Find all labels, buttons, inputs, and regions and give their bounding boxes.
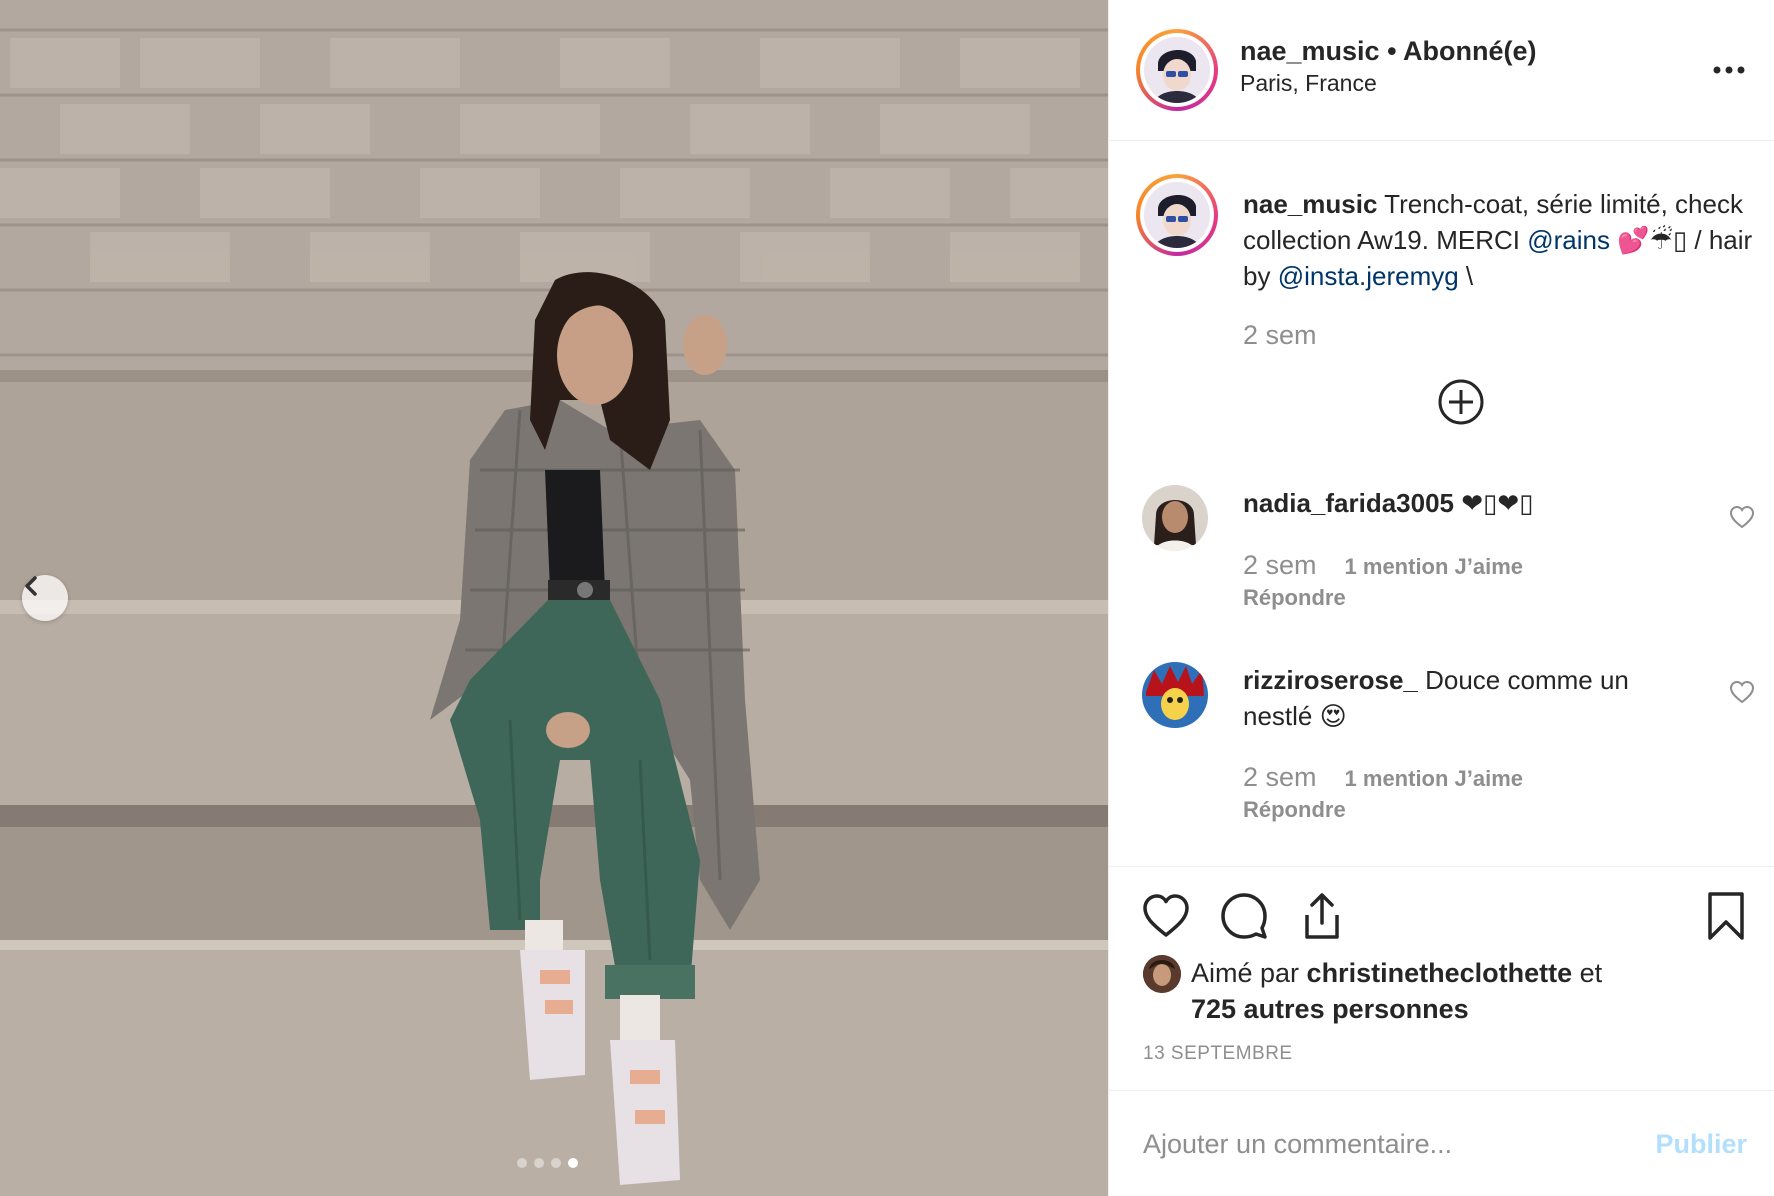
caption-author-avatar[interactable]	[1136, 174, 1218, 256]
reply-button[interactable]: Répondre	[1243, 797, 1346, 823]
chevron-left-icon	[25, 576, 37, 596]
share-upload-icon[interactable]	[1297, 891, 1347, 941]
comment-like-heart-icon[interactable]	[1729, 680, 1755, 704]
mention-link[interactable]: @insta.jeremyg	[1278, 261, 1459, 291]
comment-body: ❤▯❤▯	[1454, 488, 1534, 518]
comment-meta: 2 sem 1 mention J’aime	[1243, 762, 1523, 793]
comment-bubble-icon[interactable]	[1219, 891, 1269, 941]
liker-avatar[interactable]	[1143, 955, 1181, 993]
comment-like-count[interactable]: 1 mention J’aime	[1345, 554, 1524, 579]
avatar-illustration	[1144, 37, 1210, 103]
avatar-illustration	[1142, 485, 1208, 551]
publish-button[interactable]: Publier	[1655, 1129, 1747, 1160]
load-more-comments-icon[interactable]	[1436, 377, 1486, 427]
likes-others-link[interactable]: 725 autres personnes	[1191, 994, 1469, 1024]
previous-image-button[interactable]	[22, 575, 68, 621]
commenter-username[interactable]: nadia_farida3005	[1243, 488, 1454, 518]
add-comment-bar: Publier	[1109, 1090, 1774, 1196]
likes-summary: Aimé par christinetheclothette et 725 aut…	[1191, 955, 1751, 1027]
avatar-illustration	[1144, 182, 1210, 248]
comment-timestamp[interactable]: 2 sem	[1243, 550, 1317, 580]
save-bookmark-icon[interactable]	[1701, 891, 1751, 941]
author-username[interactable]: nae_music	[1240, 36, 1380, 66]
post-date[interactable]: 13 SEPTEMBRE	[1143, 1043, 1293, 1065]
carousel-indicator	[517, 1158, 578, 1168]
mention-link[interactable]: @rains	[1527, 225, 1610, 255]
post-header: nae_music • Abonné(e) Paris, France	[1109, 0, 1774, 141]
liker-username[interactable]: christinetheclothette	[1307, 958, 1573, 988]
caption-timestamp[interactable]: 2 sem	[1243, 320, 1317, 351]
post-actions: Aimé par christinetheclothette et 725 aut…	[1109, 866, 1774, 1092]
comment-input[interactable]	[1143, 1121, 1613, 1167]
avatar-illustration	[1143, 955, 1181, 993]
location-link[interactable]: Paris, France	[1240, 70, 1377, 97]
comment-meta: 2 sem 1 mention J’aime	[1243, 550, 1523, 581]
comment-like-count[interactable]: 1 mention J’aime	[1345, 766, 1524, 791]
author-avatar[interactable]	[1136, 29, 1218, 111]
carousel-dot	[534, 1158, 544, 1168]
caption-text: nae_music Trench-coat, série limité, che…	[1243, 186, 1753, 294]
header-title: nae_music • Abonné(e)	[1240, 36, 1537, 67]
commenter-avatar[interactable]	[1142, 485, 1208, 551]
likes-prefix: Aimé par	[1191, 958, 1307, 988]
photo-illustration	[0, 0, 1108, 1196]
commenter-username[interactable]: rizziroserose_	[1243, 665, 1418, 695]
reply-button[interactable]: Répondre	[1243, 585, 1346, 611]
caption-body-3: \	[1458, 261, 1474, 291]
commenter-avatar[interactable]	[1142, 662, 1208, 728]
likes-suffix: et	[1572, 958, 1603, 988]
carousel-dot-active	[568, 1158, 578, 1168]
carousel-dot	[517, 1158, 527, 1168]
comment-timestamp[interactable]: 2 sem	[1243, 762, 1317, 792]
comment-text: nadia_farida3005 ❤▯❤▯	[1243, 485, 1683, 521]
separator: •	[1379, 36, 1404, 66]
carousel-dot	[551, 1158, 561, 1168]
avatar-illustration	[1142, 662, 1208, 728]
more-options-icon[interactable]	[1711, 58, 1747, 82]
post-details-panel: nae_music • Abonné(e) Paris, France nae_…	[1108, 0, 1774, 1196]
follow-status-button[interactable]: Abonné(e)	[1403, 36, 1536, 66]
comment-like-heart-icon[interactable]	[1729, 505, 1755, 529]
comment-text: rizziroserose_ Douce comme un nestlé 😍	[1243, 662, 1683, 734]
caption-username[interactable]: nae_music	[1243, 189, 1377, 219]
post-photo[interactable]	[0, 0, 1108, 1196]
like-heart-icon[interactable]	[1141, 891, 1191, 941]
